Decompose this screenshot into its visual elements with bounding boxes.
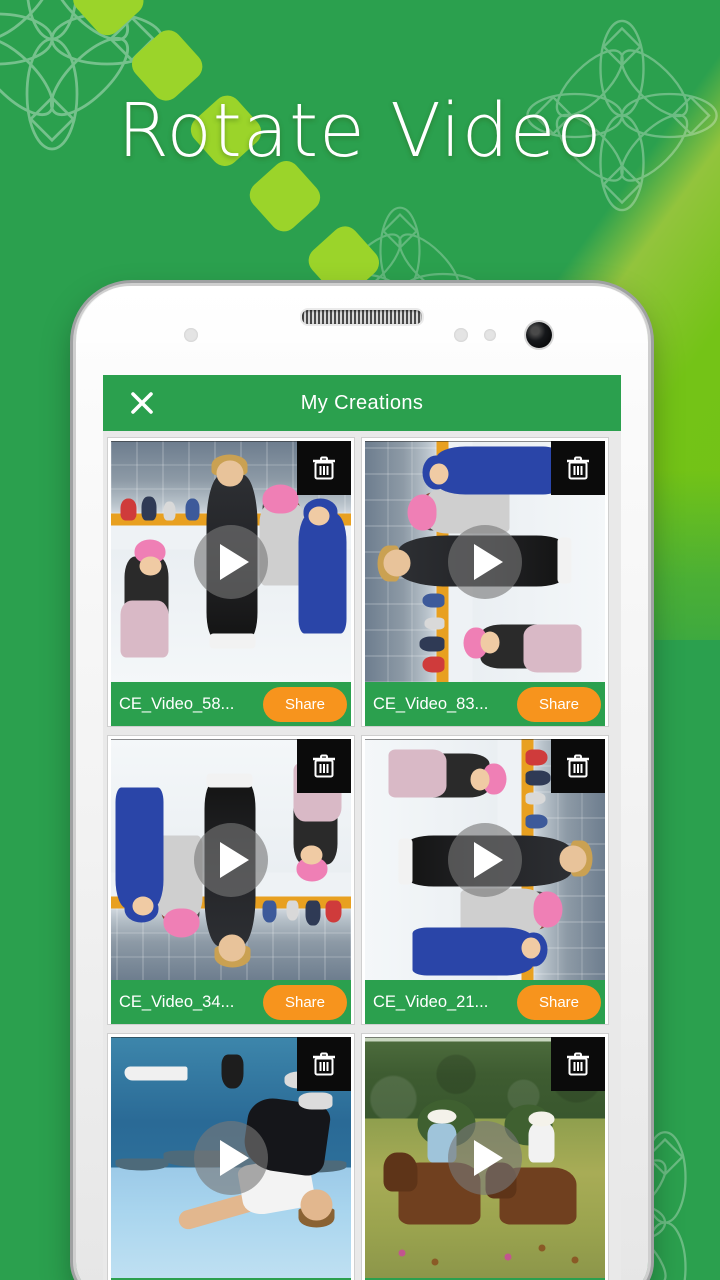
delete-button[interactable]: [551, 739, 605, 793]
card-footer: CE_Video_34... Share: [111, 980, 351, 1024]
close-icon: [131, 392, 153, 414]
video-name: CE_Video_21...: [373, 992, 489, 1011]
play-button[interactable]: [194, 822, 268, 897]
video-thumbnail[interactable]: [365, 441, 605, 682]
card-footer: CE_Video_21... Share: [365, 980, 605, 1024]
play-icon: [220, 1139, 249, 1176]
video-thumbnail[interactable]: [111, 739, 351, 980]
video-name: CE_Video_34...: [119, 992, 235, 1011]
video-name: CE_Video_83...: [373, 694, 489, 713]
share-button[interactable]: Share: [516, 686, 601, 722]
play-icon: [474, 1139, 503, 1176]
earpiece-speaker: [300, 308, 424, 326]
delete-button[interactable]: [551, 441, 605, 495]
delete-button[interactable]: [297, 441, 351, 495]
video-card[interactable]: CE_Video_21... Share: [361, 735, 609, 1025]
card-footer: CE_Video_58... Share: [111, 682, 351, 726]
trash-icon: [313, 754, 335, 778]
share-button[interactable]: Share: [516, 984, 601, 1020]
play-button[interactable]: [448, 1120, 522, 1195]
video-card[interactable]: CE_Video_83... Share: [361, 437, 609, 727]
play-button[interactable]: [194, 1120, 268, 1195]
proximity-sensor: [454, 328, 468, 342]
app-bar: My Creations: [103, 375, 621, 431]
app-screen: My Creations CE_Video_58... Share CE_Vid…: [103, 375, 621, 1280]
phone-mockup: My Creations CE_Video_58... Share CE_Vid…: [76, 286, 648, 1280]
play-button[interactable]: [448, 524, 522, 599]
video-thumbnail[interactable]: [365, 739, 605, 980]
close-button[interactable]: [125, 386, 159, 420]
video-thumbnail[interactable]: [365, 1037, 605, 1278]
video-thumbnail[interactable]: [111, 441, 351, 682]
delete-button[interactable]: [551, 1037, 605, 1091]
page-title: My Creations: [300, 391, 424, 414]
trash-icon: [313, 1052, 335, 1076]
proximity-sensor: [484, 329, 496, 341]
video-name: CE_Video_58...: [119, 694, 235, 713]
promo-title: Rotate Video: [117, 88, 603, 174]
trash-icon: [567, 456, 589, 480]
video-card[interactable]: Share: [361, 1033, 609, 1280]
share-button[interactable]: Share: [262, 984, 347, 1020]
proximity-sensor: [184, 328, 198, 342]
video-grid: CE_Video_58... Share CE_Video_83... Shar…: [103, 431, 621, 1280]
play-button[interactable]: [194, 524, 268, 599]
share-button[interactable]: Share: [262, 686, 347, 722]
video-card[interactable]: CE_Video_58... Share: [107, 437, 355, 727]
trash-icon: [313, 456, 335, 480]
play-icon: [474, 841, 503, 878]
play-icon: [474, 543, 503, 580]
delete-button[interactable]: [297, 1037, 351, 1091]
play-icon: [220, 543, 249, 580]
promo-screenshot: Rotate Video My Creations CE_Video_58...…: [0, 0, 720, 1280]
trash-icon: [567, 754, 589, 778]
video-thumbnail[interactable]: [111, 1037, 351, 1278]
card-footer: CE_Video_83... Share: [365, 682, 605, 726]
play-icon: [220, 841, 249, 878]
trash-icon: [567, 1052, 589, 1076]
video-card[interactable]: Share: [107, 1033, 355, 1280]
play-button[interactable]: [448, 822, 522, 897]
delete-button[interactable]: [297, 739, 351, 793]
video-card[interactable]: CE_Video_34... Share: [107, 735, 355, 1025]
front-camera-icon: [526, 322, 552, 348]
